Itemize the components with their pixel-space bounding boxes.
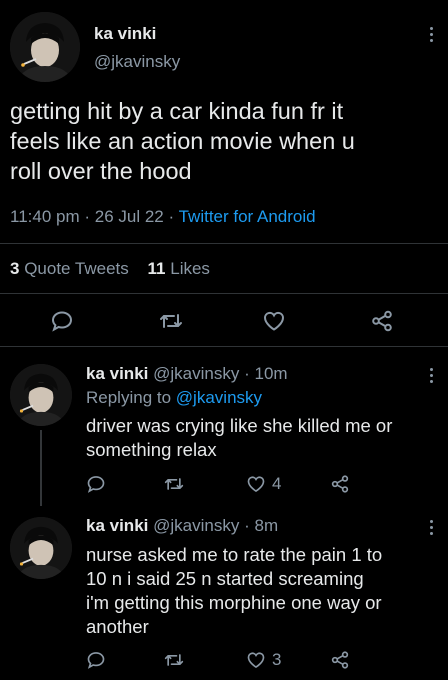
reply-text-line: nurse asked me to rate the pain 1 to — [86, 544, 383, 565]
tweet-meta: 11:40 pm · 26 Jul 22 · Twitter for Andro… — [10, 207, 316, 227]
reply-icon[interactable] — [86, 474, 106, 494]
author-name[interactable]: ka vinki — [94, 24, 156, 44]
reply-text-line: i'm getting this morphine one way or — [86, 592, 382, 613]
reply-author-handle[interactable]: @jkavinsky — [153, 364, 239, 383]
reply-text: nurse asked me to rate the pain 1 to 10 … — [86, 543, 436, 639]
like-icon — [246, 474, 266, 494]
retweet-icon[interactable] — [158, 309, 184, 333]
thread-line — [40, 430, 42, 506]
reply-icon[interactable] — [50, 309, 74, 333]
likes-link[interactable]: 11 Likes — [148, 259, 210, 278]
like-icon — [246, 650, 266, 670]
meta-separator: · — [168, 207, 175, 226]
quote-count: 3 — [10, 259, 20, 278]
meta-separator: · — [244, 516, 250, 535]
reply-time: 10m — [254, 364, 288, 383]
retweet-icon[interactable] — [163, 474, 185, 494]
avatar-main[interactable] — [10, 12, 80, 82]
replying-to-link[interactable]: @jkavinsky — [176, 388, 262, 407]
meta-separator: · — [244, 364, 250, 383]
replying-to: Replying to @jkavinsky — [86, 388, 262, 408]
like-button[interactable]: 3 — [246, 650, 281, 670]
share-icon[interactable] — [370, 309, 394, 333]
engagement-stats: 3 Quote Tweets 11 Likes — [10, 259, 210, 279]
reply-header: ka vinki @jkavinsky · 8m — [86, 516, 278, 536]
avatar-reply[interactable] — [10, 517, 72, 579]
reply-text-line: another — [86, 616, 149, 637]
author-handle[interactable]: @jkavinsky — [94, 52, 180, 72]
divider — [0, 243, 448, 244]
tweet-date: 26 Jul 22 — [94, 207, 164, 226]
quote-tweets-link[interactable]: 3 Quote Tweets — [10, 259, 134, 278]
like-count: 4 — [272, 474, 282, 493]
reply-text-line: something relax — [86, 439, 217, 460]
reply-text: driver was crying like she killed me or … — [86, 414, 436, 462]
tweet-text-line: feels like an action movie when u — [10, 128, 355, 154]
reply-text-line: driver was crying like she killed me or — [86, 415, 393, 436]
reply-author-name[interactable]: ka vinki — [86, 364, 148, 383]
reply-header: ka vinki @jkavinsky · 10m — [86, 364, 288, 384]
kebab-icon[interactable] — [425, 27, 437, 42]
like-count: 3 — [272, 650, 282, 669]
share-icon[interactable] — [330, 650, 350, 670]
reply-author-name[interactable]: ka vinki — [86, 516, 148, 535]
tweet-source-link[interactable]: Twitter for Android — [179, 207, 316, 226]
tweet-text: getting hit by a car kinda fun fr it fee… — [10, 96, 440, 186]
like-icon[interactable] — [262, 309, 286, 333]
replying-prefix: Replying to — [86, 388, 172, 407]
reply-icon[interactable] — [86, 650, 106, 670]
kebab-icon[interactable] — [425, 520, 437, 535]
like-count: 11 — [147, 259, 166, 278]
quote-label: Quote Tweets — [24, 259, 129, 278]
divider — [0, 346, 448, 347]
reply-time: 8m — [254, 516, 279, 535]
kebab-icon[interactable] — [425, 368, 437, 383]
avatar-reply[interactable] — [10, 364, 72, 426]
retweet-icon[interactable] — [163, 650, 185, 670]
reply-author-handle[interactable]: @jkavinsky — [153, 516, 239, 535]
like-button[interactable]: 4 — [246, 474, 281, 494]
like-label: Likes — [170, 259, 210, 278]
divider — [0, 293, 448, 294]
tweet-text-line: getting hit by a car kinda fun fr it — [10, 98, 344, 124]
meta-separator: · — [84, 207, 91, 226]
tweet-text-line: roll over the hood — [10, 158, 192, 184]
share-icon[interactable] — [330, 474, 350, 494]
tweet-time: 11:40 pm — [10, 207, 80, 226]
reply-text-line: 10 n i said 25 n started screaming — [86, 568, 364, 589]
